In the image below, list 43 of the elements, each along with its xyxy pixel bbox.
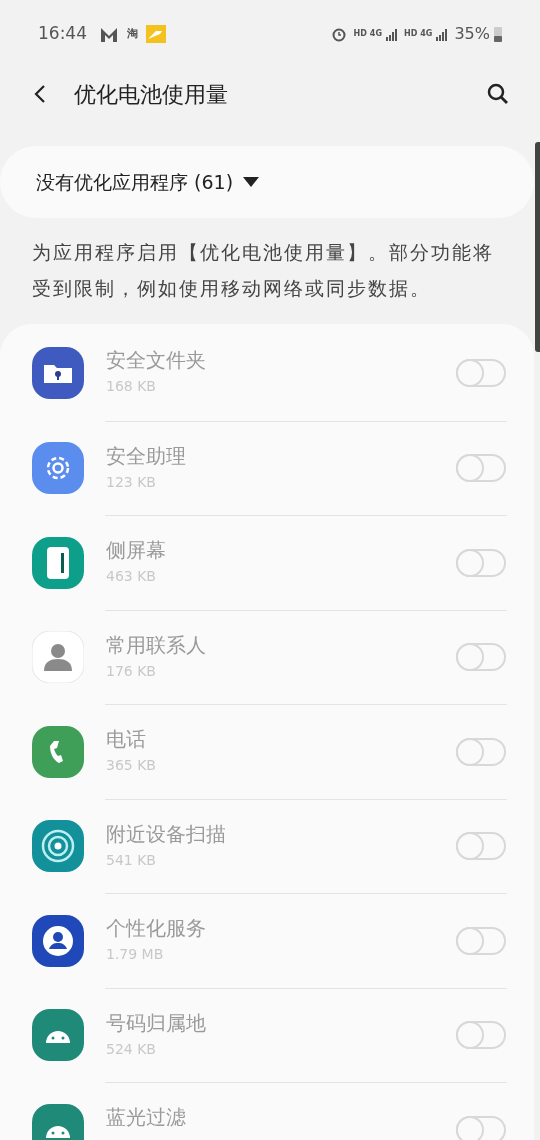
toggle-switch[interactable] [456,737,506,766]
clock: 16:44 [38,22,87,46]
signal-icon [435,27,449,41]
toggle-switch[interactable] [456,548,506,577]
folder-lock-icon [32,347,84,400]
phone-icon [32,725,84,778]
signal-icon [384,27,398,41]
dropdown-caret-icon [243,177,260,187]
battery-percent: 35% [454,23,490,45]
toggle-switch[interactable] [456,926,506,955]
app-name: 附近设备扫描 [106,820,227,848]
app-name: 电话 [106,726,147,753]
hd-label: HD [403,28,418,40]
network-label: 4G [420,28,433,40]
search-icon[interactable] [486,82,510,106]
page-title: 优化电池使用量 [74,80,228,109]
gear-icon [32,442,84,495]
person-icon [32,914,84,967]
network-label: 4G [369,28,382,40]
panel-icon [32,536,84,589]
toggle-switch[interactable] [456,454,506,483]
notification-icon: 淘 [127,25,138,43]
hd-label: HD [353,28,367,40]
toggle-switch[interactable] [456,1115,506,1140]
app-name: 侧屏幕 [106,537,167,564]
alarm-icon [331,26,348,42]
description-text: 为应用程序启用【优化电池使用量】。部分功能将受到限制，例如使用移动网络或同步数据。 [31,240,495,301]
toggle-switch[interactable] [456,1021,506,1050]
toggle-switch[interactable] [456,832,506,861]
m-icon [99,25,119,43]
app-name: 号码归属地 [106,1009,207,1037]
app-name: 安全文件夹 [106,347,207,374]
toggle-switch[interactable] [456,359,506,388]
battery-icon [494,26,502,42]
app-name: 个性化服务 [106,915,207,942]
app-name: 安全助理 [106,442,187,470]
radar-icon [32,820,84,873]
filter-dropdown[interactable]: 没有优化应用程序 (61) [0,146,534,218]
android-icon [32,1009,84,1062]
toggle-switch[interactable] [456,643,506,672]
app-name: 常用联系人 [106,631,207,659]
app-name: 蓝光过滤 [106,1104,187,1131]
person-icon [32,631,84,684]
